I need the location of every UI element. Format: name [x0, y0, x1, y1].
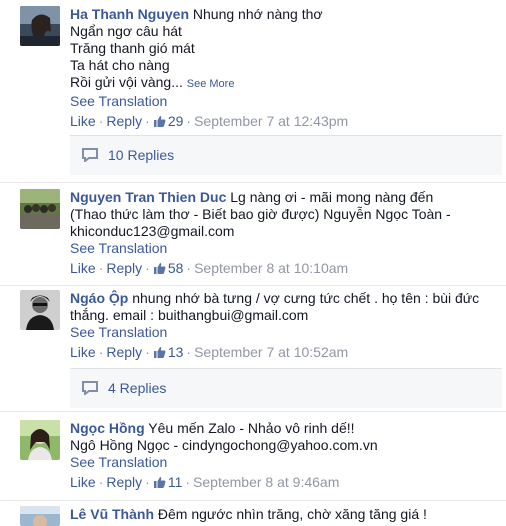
avatar[interactable]: [20, 189, 60, 229]
comment-divider: [0, 285, 506, 286]
reply-link[interactable]: Reply: [106, 344, 142, 360]
view-replies-link[interactable]: 10 Replies: [82, 147, 174, 163]
comment-timestamp[interactable]: September 7 at 10:52am: [194, 344, 348, 360]
avatar-image: [20, 506, 60, 526]
avatar-image: [20, 189, 60, 229]
avatar[interactable]: [20, 420, 60, 460]
replies-count: 10 Replies: [108, 147, 175, 163]
separator: ·: [186, 344, 192, 360]
comment-timestamp[interactable]: September 7 at 12:43pm: [194, 113, 348, 129]
view-replies-link[interactable]: 4 Replies: [82, 380, 166, 396]
comment-bubble-icon: [82, 148, 98, 163]
comment-timestamp[interactable]: September 8 at 10:10am: [194, 260, 348, 276]
comment-text: Đêm ngước nhìn trăng, chờ xăng tăng giá …: [157, 506, 427, 522]
comment-actions: Like · Reply · 13 · September 7 at 10:52am: [70, 344, 500, 361]
comment-text-rest: thắng. email : buithangbui@gmail.com: [70, 307, 309, 323]
separator: ·: [145, 260, 150, 276]
like-link[interactable]: Like: [70, 344, 96, 360]
comment-actions: Like · Reply · 29 · September 7 at 12:43pm: [70, 113, 500, 130]
separator: ·: [98, 474, 104, 490]
like-link[interactable]: Like: [70, 474, 96, 490]
comment-text: Lg nàng ơi - mãi mong nàng đến: [230, 189, 434, 205]
like-count[interactable]: 58: [153, 260, 184, 276]
comment-divider: [0, 182, 506, 183]
separator: ·: [98, 113, 104, 129]
separator: ·: [145, 474, 150, 490]
like-count[interactable]: 11: [153, 474, 183, 490]
thumbs-up-icon: [153, 116, 166, 127]
separator: ·: [98, 260, 104, 276]
like-count[interactable]: 13: [153, 344, 184, 360]
see-translation-link[interactable]: See Translation: [70, 93, 500, 110]
replies-box: 10 Replies: [70, 135, 502, 175]
like-count-value: 11: [167, 474, 183, 490]
separator: ·: [186, 260, 192, 276]
comment-text-rest: Ngô Hồng Ngọc - cindyngochong@yahoo.com.…: [70, 437, 378, 453]
reply-link[interactable]: Reply: [106, 260, 142, 276]
avatar[interactable]: [20, 6, 60, 46]
comment-text-rest: Ngẩn ngơ câu hát Trăng thanh gió mát Ta …: [70, 23, 195, 90]
avatar[interactable]: [20, 506, 60, 526]
avatar-image: [20, 420, 60, 460]
comment-bubble-icon: [82, 381, 98, 396]
reply-link[interactable]: Reply: [106, 474, 142, 490]
like-count[interactable]: 29: [153, 113, 184, 129]
like-link[interactable]: Like: [70, 260, 96, 276]
see-translation-link[interactable]: See Translation: [70, 454, 500, 471]
thumbs-up-icon: [153, 477, 166, 488]
see-translation-link[interactable]: See Translation: [70, 324, 500, 341]
see-translation-link[interactable]: See Translation: [70, 240, 500, 257]
comment-text: nhung nhớ bà tưng / vợ cưng tức chết . h…: [132, 290, 480, 306]
thumbs-up-icon: [153, 347, 166, 358]
reply-link[interactable]: Reply: [106, 113, 142, 129]
like-count-value: 58: [167, 260, 184, 276]
avatar-image: [20, 6, 60, 46]
commenter-name[interactable]: Ha Thanh Nguyen: [70, 6, 189, 22]
comment-divider: [0, 500, 506, 501]
separator: ·: [145, 344, 150, 360]
comment-text: Yêu mến Zalo - Nhảo vô rinh dế!!: [148, 420, 355, 436]
comment-divider: [0, 411, 506, 412]
commenter-name[interactable]: Lê Vũ Thành: [70, 506, 154, 522]
commenter-name[interactable]: Ngọc Hồng: [70, 420, 145, 436]
separator: ·: [186, 113, 192, 129]
comment-actions: Like · Reply · 58 · September 8 at 10:10am: [70, 260, 500, 277]
thumbs-up-icon: [153, 263, 166, 274]
comment-text-rest: (Thao thức làm thơ - Biết bao giờ được) …: [70, 206, 451, 239]
comment-actions: Like · Reply · 11 · September 8 at 9:46am: [70, 474, 500, 491]
commenter-name[interactable]: Ngáo Ộp: [70, 290, 128, 306]
commenter-name[interactable]: Nguyen Tran Thien Duc: [70, 189, 226, 205]
separator: ·: [98, 344, 104, 360]
like-count-value: 29: [167, 113, 184, 129]
separator: ·: [185, 474, 191, 490]
like-count-value: 13: [167, 344, 184, 360]
comment-text: Nhung nhớ nàng thơ: [192, 6, 323, 22]
avatar-image: [20, 290, 60, 330]
see-more-link[interactable]: See More: [187, 78, 235, 90]
comment-timestamp[interactable]: September 8 at 9:46am: [193, 474, 339, 490]
replies-box: 4 Replies: [70, 368, 502, 408]
avatar[interactable]: [20, 290, 60, 330]
like-link[interactable]: Like: [70, 113, 96, 129]
separator: ·: [145, 113, 150, 129]
comment-text-continued: Ngẩn ngơ câu hát Trăng thanh gió mát Ta …: [70, 23, 500, 93]
replies-count: 4 Replies: [108, 380, 167, 396]
